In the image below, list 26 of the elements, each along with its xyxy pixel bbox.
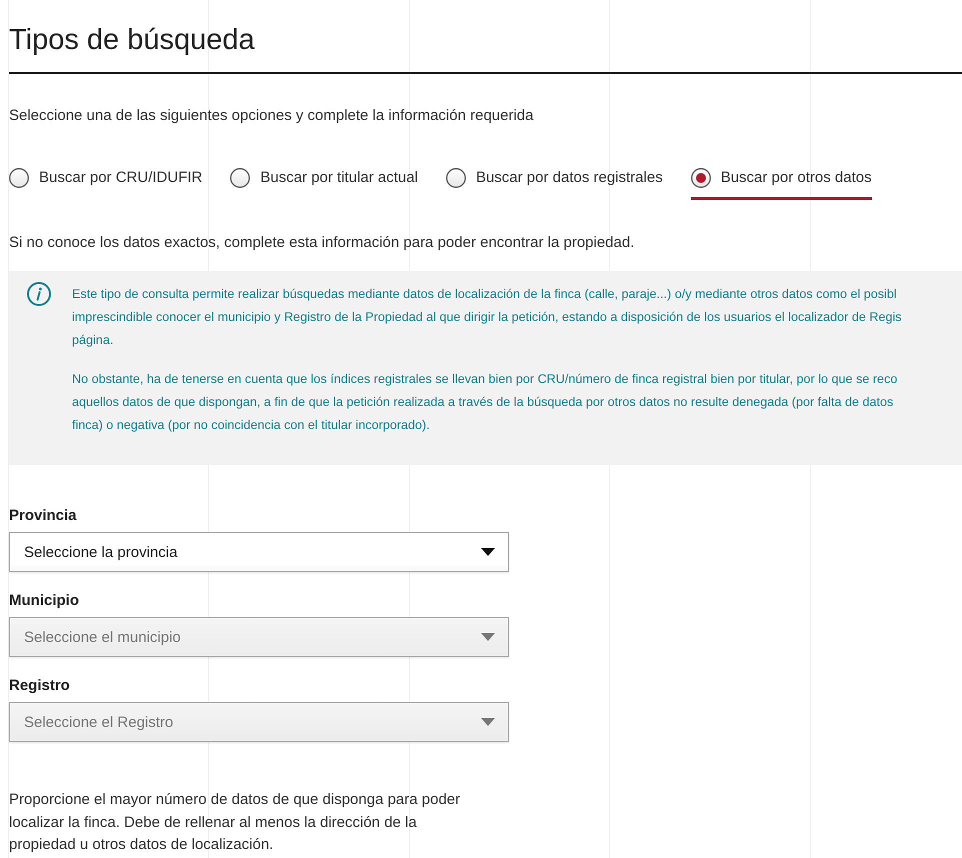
info-text: No obstante, ha de tenerse en cuenta que los índices registrales se llevan bien por CRU/número de finca registral bien por titular, por lo que se reco [72, 371, 898, 388]
instruction-paragraph: Proporcione el mayor número de datos de que disponga para poder localizar la finca. Debe de rellenar al menos la dirección de la propiedad u otros datos de localización. [9, 790, 462, 855]
radio-icon[interactable] [690, 168, 711, 188]
field-label: Provincia [9, 506, 77, 526]
instruction-text: Seleccione una de las siguientes opciones y complete la información requerida [9, 106, 534, 126]
search-type-radio[interactable]: Buscar por CRU/IDUFIR [9, 166, 202, 200]
caret-icon [481, 718, 495, 726]
info-text: página. [72, 332, 114, 349]
radio-icon[interactable] [446, 168, 466, 188]
field-label: Municipio [9, 591, 79, 611]
info-icon [27, 282, 51, 306]
info-text: aquellos datos de que dispongan, a fin de que la petición realizada a través de la búsqueda por otros datos no resulte denegada (por falta de datos [72, 394, 894, 411]
page-title: Tipos de búsqueda [9, 23, 255, 58]
radio-icon[interactable] [9, 168, 29, 188]
info-text: Este tipo de consulta permite realizar búsquedas mediante datos de localización de la finca (calle, paraje...) o/y mediante otros datos como el posibl [72, 286, 897, 303]
search-type-radio[interactable]: Buscar por datos registrales [446, 166, 663, 200]
radio-icon[interactable] [230, 168, 250, 188]
info-text: finca) o negativa (por no coincidencia con el titular incorporado). [72, 417, 430, 434]
dropdown-field[interactable]: Seleccione la provincia [9, 532, 509, 572]
search-type-radio[interactable]: Buscar por otros datos [690, 166, 872, 200]
caret-icon [481, 633, 495, 641]
caret-icon [481, 548, 495, 556]
info-text: imprescindible conocer el municipio y Registro de la Propiedad al que dirigir la petición, estando a disposición de los usuarios el localizador de Regis [72, 309, 902, 326]
search-type-radio[interactable]: Buscar por titular actual [230, 166, 418, 200]
field-label: Registro [9, 676, 70, 696]
hint-text: Si no conoce los datos exactos, complete esta información para poder encontrar la propiedad. [9, 233, 634, 253]
